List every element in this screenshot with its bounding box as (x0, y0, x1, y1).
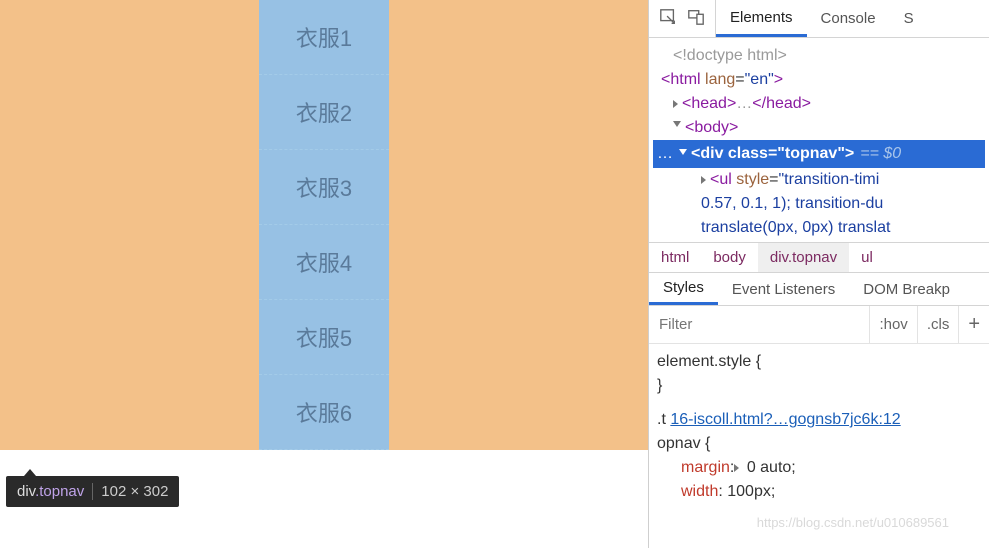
tab-console[interactable]: Console (807, 0, 890, 37)
chevron-right-icon[interactable] (701, 176, 706, 184)
chevron-right-icon[interactable] (734, 464, 739, 472)
list-item[interactable]: 衣服5 (259, 300, 389, 375)
add-rule-button[interactable]: + (958, 306, 989, 343)
list-item[interactable]: 衣服4 (259, 225, 389, 300)
element-hover-badge: div.topnav 102 × 302 (6, 476, 179, 507)
css-selector[interactable]: opnav { (657, 432, 981, 456)
tab-dom-breakpoints[interactable]: DOM Breakp (849, 273, 964, 305)
css-pane[interactable]: element.style { } .t 16-iscoll.html?…gog… (649, 344, 989, 548)
dom-ul-cont[interactable]: translate(0px, 0px) translat (653, 216, 985, 240)
dom-ul-line[interactable]: <ul style="transition-timi (653, 168, 985, 192)
styles-filter-row: :hov .cls + (649, 306, 989, 344)
source-link[interactable]: 16-iscoll.html?…gognsb7jc6k:12 (670, 411, 900, 428)
tab-styles[interactable]: Styles (649, 273, 718, 305)
filter-input[interactable] (649, 316, 869, 333)
dom-body-open[interactable]: <body> (653, 116, 985, 140)
tooltip-arrow (24, 469, 36, 476)
inspect-icon[interactable] (659, 8, 677, 30)
badge-dimensions: 102 × 302 (92, 483, 168, 500)
breadcrumb-item[interactable]: ul (849, 249, 885, 266)
css-rule-header[interactable]: .t 16-iscoll.html?…gognsb7jc6k:12 (657, 408, 981, 432)
badge-tag: div.topnav (17, 483, 84, 500)
cls-toggle[interactable]: .cls (917, 306, 959, 343)
ellipsis-icon[interactable]: … (657, 142, 673, 166)
list-item[interactable]: 衣服3 (259, 150, 389, 225)
css-close-brace: } (657, 374, 981, 398)
list-item[interactable]: 衣服1 (259, 0, 389, 75)
list-item[interactable]: 衣服6 (259, 375, 389, 450)
list-item[interactable]: 衣服2 (259, 75, 389, 150)
breadcrumb-item[interactable]: body (701, 243, 758, 272)
tab-elements[interactable]: Elements (716, 0, 807, 37)
tab-more[interactable]: S (890, 0, 928, 37)
breadcrumb-item-active[interactable]: div.topnav (758, 243, 849, 272)
tab-event-listeners[interactable]: Event Listeners (718, 273, 849, 305)
styles-tabs: Styles Event Listeners DOM Breakp (649, 272, 989, 306)
chevron-down-icon[interactable] (673, 121, 681, 131)
css-property[interactable]: margin: 0 auto; (657, 456, 981, 480)
dom-tree[interactable]: <!doctype html> <html lang="en"> <head>…… (649, 38, 989, 242)
breadcrumb-item[interactable]: html (649, 243, 701, 272)
dom-ul-cont[interactable]: 0.57, 0.1, 1); transition-du (653, 192, 985, 216)
devtools-tabs: Elements Console S (716, 0, 928, 37)
css-property[interactable]: width: 100px; (657, 480, 981, 504)
page-preview: 衣服1 衣服2 衣服3 衣服4 衣服5 衣服6 div.topnav 102 ×… (0, 0, 648, 548)
page-background: 衣服1 衣服2 衣服3 衣服4 衣服5 衣服6 (0, 0, 648, 450)
dom-selected-node[interactable]: … <div class="topnav"> == $0 (653, 140, 985, 168)
devtools-toolbar: Elements Console S (649, 0, 989, 38)
css-element-style[interactable]: element.style { (657, 350, 981, 374)
dom-doctype[interactable]: <!doctype html> (653, 44, 985, 68)
devtools-panel: Elements Console S <!doctype html> <html… (648, 0, 989, 548)
device-toggle-icon[interactable] (687, 8, 705, 30)
chevron-down-icon[interactable] (679, 149, 687, 159)
dom-head[interactable]: <head>…</head> (653, 92, 985, 116)
hov-toggle[interactable]: :hov (869, 306, 916, 343)
chevron-right-icon[interactable] (673, 100, 678, 108)
topnav-highlight[interactable]: 衣服1 衣服2 衣服3 衣服4 衣服5 衣服6 (259, 0, 389, 450)
dom-html-open[interactable]: <html lang="en"> (653, 68, 985, 92)
dom-breadcrumb: html body div.topnav ul (649, 242, 989, 272)
toolbar-icons (649, 0, 716, 37)
